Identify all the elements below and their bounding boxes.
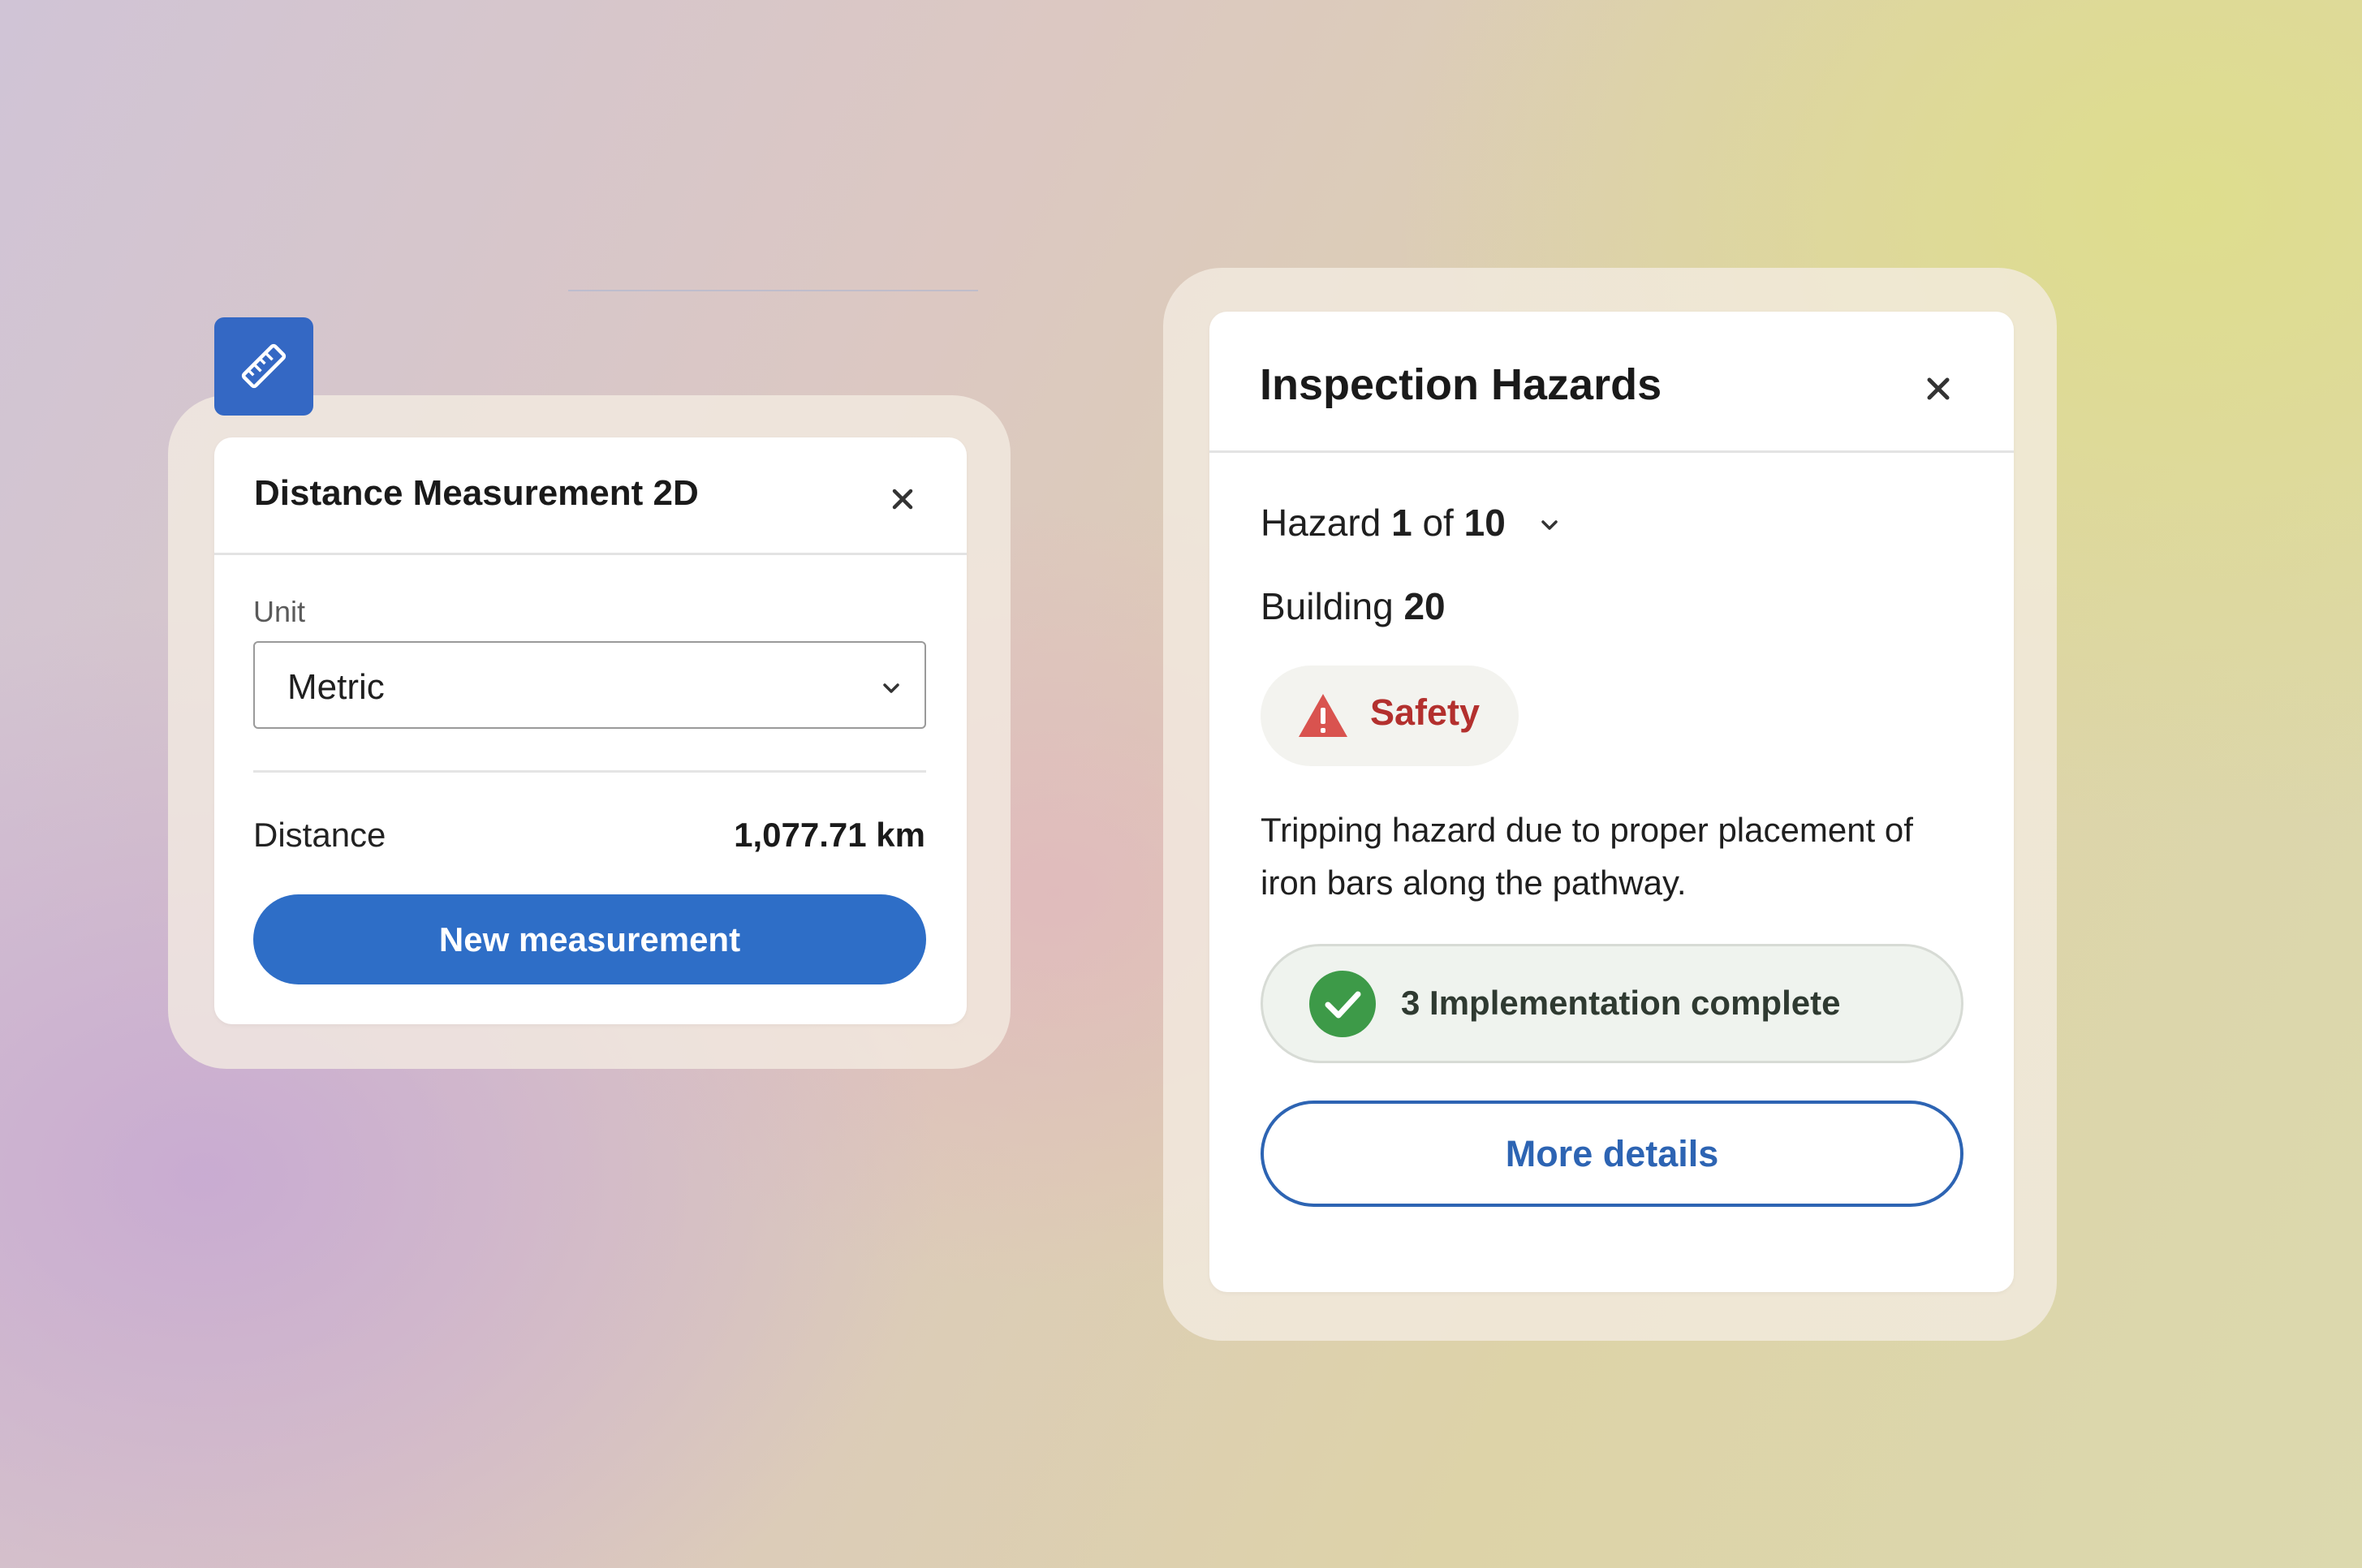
category-badge: Safety <box>1261 666 1519 766</box>
unit-label: Unit <box>253 595 306 628</box>
measurement-panel-header: Distance Measurement 2D <box>214 437 967 555</box>
hazards-close-button[interactable] <box>1918 368 1959 409</box>
chevron-down-icon[interactable] <box>1537 517 1562 535</box>
close-icon <box>1927 377 1950 400</box>
hazards-panel-header: Inspection Hazards <box>1209 312 2014 453</box>
ruler-icon <box>241 343 287 389</box>
hazard-of: of <box>1422 502 1454 544</box>
ruler-tool-button[interactable] <box>214 317 313 416</box>
hazard-total: 10 <box>1463 502 1506 544</box>
hazard-selector[interactable]: Hazard 1 of 10 <box>1261 501 1562 545</box>
measurement-divider <box>253 770 926 773</box>
status-label: 3 Implementation complete <box>1401 984 1841 1022</box>
hazards-panel-title: Inspection Hazards <box>1260 360 1662 409</box>
measurement-panel-title: Distance Measurement 2D <box>254 473 699 513</box>
distance-value: 1,077.71 km <box>734 816 925 854</box>
building-prefix: Building <box>1261 585 1394 627</box>
unit-select[interactable]: Metric <box>253 641 926 729</box>
category-label: Safety <box>1370 691 1481 733</box>
building-info: Building 20 <box>1261 584 1446 628</box>
check-circle-icon <box>1309 971 1376 1037</box>
implementation-status: 3 Implementation complete <box>1261 944 1963 1063</box>
hazard-description: Tripping hazard due to proper placement … <box>1261 803 1913 909</box>
new-measurement-button[interactable]: New measurement <box>253 894 926 984</box>
distance-label: Distance <box>253 816 386 854</box>
chevron-down-icon <box>883 683 899 693</box>
description-line-2: iron bars along the pathway. <box>1261 864 1687 902</box>
hazard-prefix: Hazard <box>1261 502 1381 544</box>
building-number: 20 <box>1403 585 1446 627</box>
warning-triangle-icon <box>1299 694 1347 737</box>
decorative-divider-line <box>568 290 978 291</box>
hazard-current: 1 <box>1391 502 1412 544</box>
measurement-close-button[interactable] <box>885 481 920 517</box>
more-details-button[interactable]: More details <box>1261 1101 1963 1207</box>
description-line-1: Tripping hazard due to proper placement … <box>1261 811 1913 849</box>
unit-select-value: Metric <box>287 667 385 707</box>
close-icon <box>892 489 913 510</box>
